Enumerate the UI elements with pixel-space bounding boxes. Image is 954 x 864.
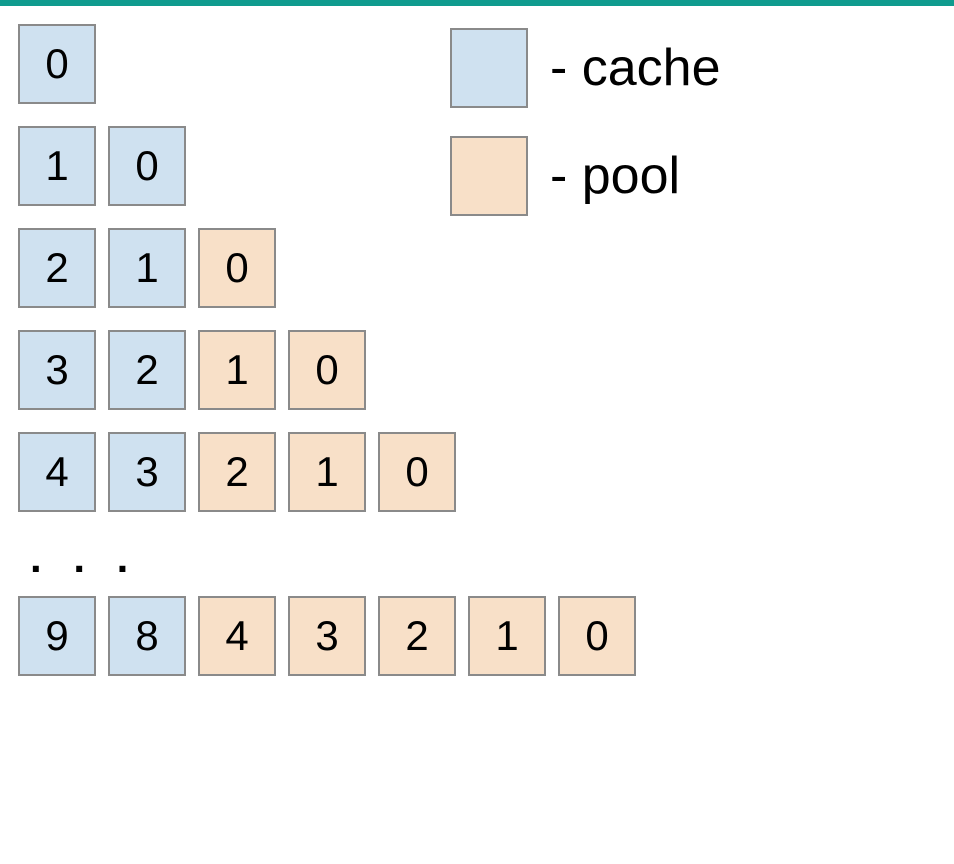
cache-cell: 1 (108, 228, 186, 308)
legend-label-cache: - cache (550, 38, 721, 98)
ellipsis: . . . (18, 534, 936, 582)
pool-cell: 0 (198, 228, 276, 308)
legend-swatch-cache (450, 28, 528, 108)
pool-cell: 0 (378, 432, 456, 512)
pool-cell: 1 (468, 596, 546, 676)
cache-cell: 8 (108, 596, 186, 676)
pool-cell: 0 (288, 330, 366, 410)
cache-cell: 1 (18, 126, 96, 206)
legend-swatch-pool (450, 136, 528, 216)
diagram-row: 9 8 4 3 2 1 0 (18, 596, 936, 676)
diagram-row: 4 3 2 1 0 (18, 432, 936, 512)
cache-cell: 0 (108, 126, 186, 206)
pool-cell: 2 (378, 596, 456, 676)
legend: - cache - pool (450, 28, 721, 216)
cache-cell: 2 (108, 330, 186, 410)
legend-row-cache: - cache (450, 28, 721, 108)
cache-cell: 3 (18, 330, 96, 410)
cache-cell: 3 (108, 432, 186, 512)
pool-cell: 1 (198, 330, 276, 410)
cache-cell: 4 (18, 432, 96, 512)
cache-cell: 0 (18, 24, 96, 104)
legend-row-pool: - pool (450, 136, 721, 216)
pool-cell: 1 (288, 432, 366, 512)
pool-cell: 2 (198, 432, 276, 512)
diagram-row: 2 1 0 (18, 228, 936, 308)
diagram-row: 3 2 1 0 (18, 330, 936, 410)
cache-cell: 2 (18, 228, 96, 308)
legend-label-pool: - pool (550, 146, 680, 206)
pool-cell: 0 (558, 596, 636, 676)
diagram-canvas: 0 1 0 2 1 0 3 2 1 0 4 3 2 1 0 . . . 9 8 … (0, 6, 954, 864)
cache-cell: 9 (18, 596, 96, 676)
pool-cell: 4 (198, 596, 276, 676)
pool-cell: 3 (288, 596, 366, 676)
